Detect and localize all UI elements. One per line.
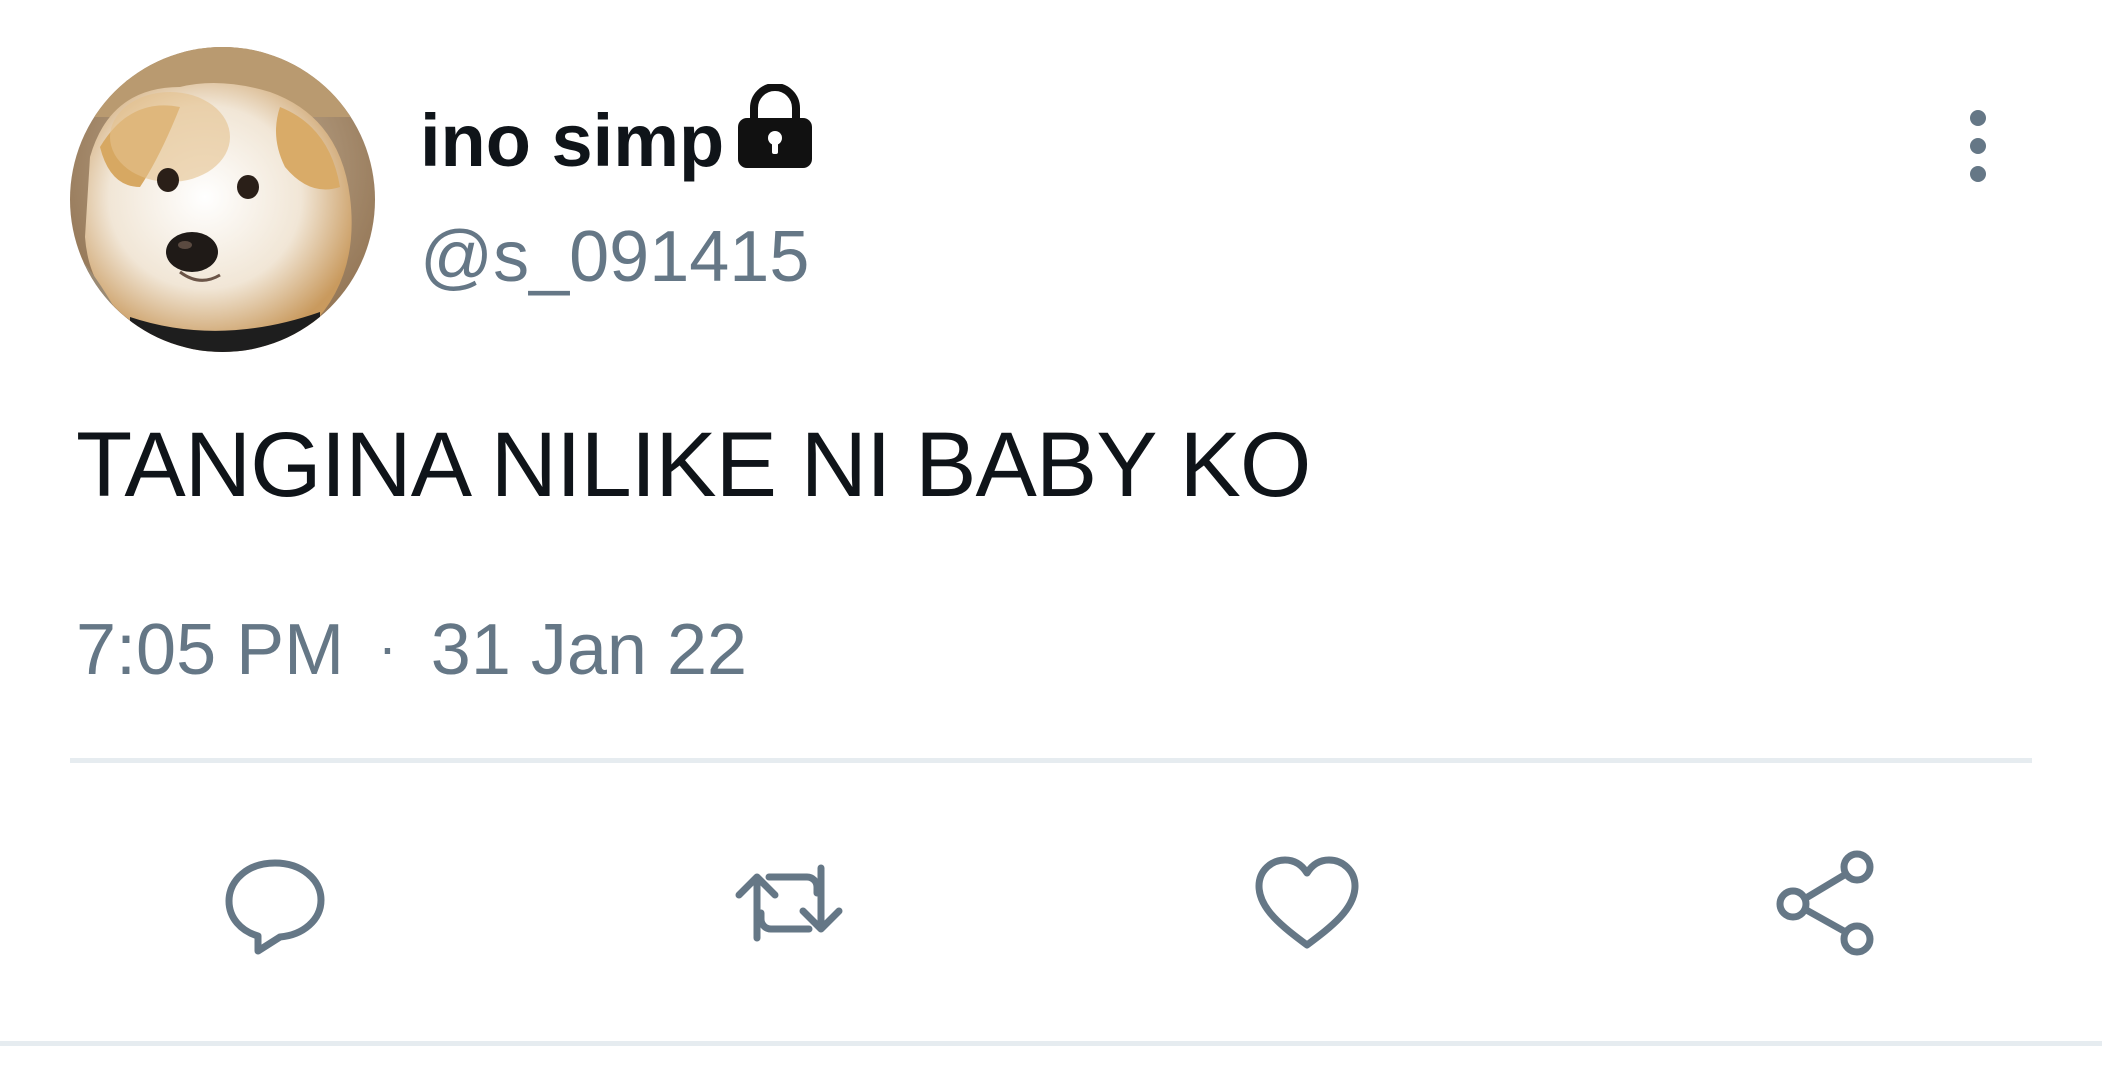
share-icon: [1776, 850, 1874, 956]
dog-avatar-image: [70, 47, 375, 352]
more-vertical-icon[interactable]: [1958, 106, 1998, 186]
tweet-date[interactable]: 31 Jan 22: [431, 610, 747, 690]
tweet-card: ino simp @s_091415 TANGINA NILIKE NI BAB…: [0, 0, 2102, 1080]
share-button[interactable]: [1760, 838, 1890, 968]
tweet-text: TANGINA NILIKE NI BABY KO: [76, 414, 1311, 516]
tweet-time[interactable]: 7:05 PM: [76, 610, 344, 690]
reply-icon: [225, 859, 325, 955]
bottom-divider: [0, 1041, 2102, 1046]
avatar[interactable]: [70, 47, 375, 352]
display-name[interactable]: ino simp: [420, 84, 816, 187]
lock-icon: [734, 84, 816, 170]
meta-separator: ·: [378, 615, 397, 678]
tweet-timestamp[interactable]: 7:05 PM · 31 Jan 22: [76, 605, 747, 700]
user-handle[interactable]: @s_091415: [420, 212, 809, 302]
display-name-text[interactable]: ino simp: [420, 95, 724, 187]
reply-button[interactable]: [210, 838, 340, 968]
retweet-icon: [735, 864, 843, 942]
retweet-button[interactable]: [724, 838, 854, 968]
like-button[interactable]: [1242, 838, 1372, 968]
heart-icon: [1255, 856, 1359, 949]
divider: [70, 758, 2032, 763]
